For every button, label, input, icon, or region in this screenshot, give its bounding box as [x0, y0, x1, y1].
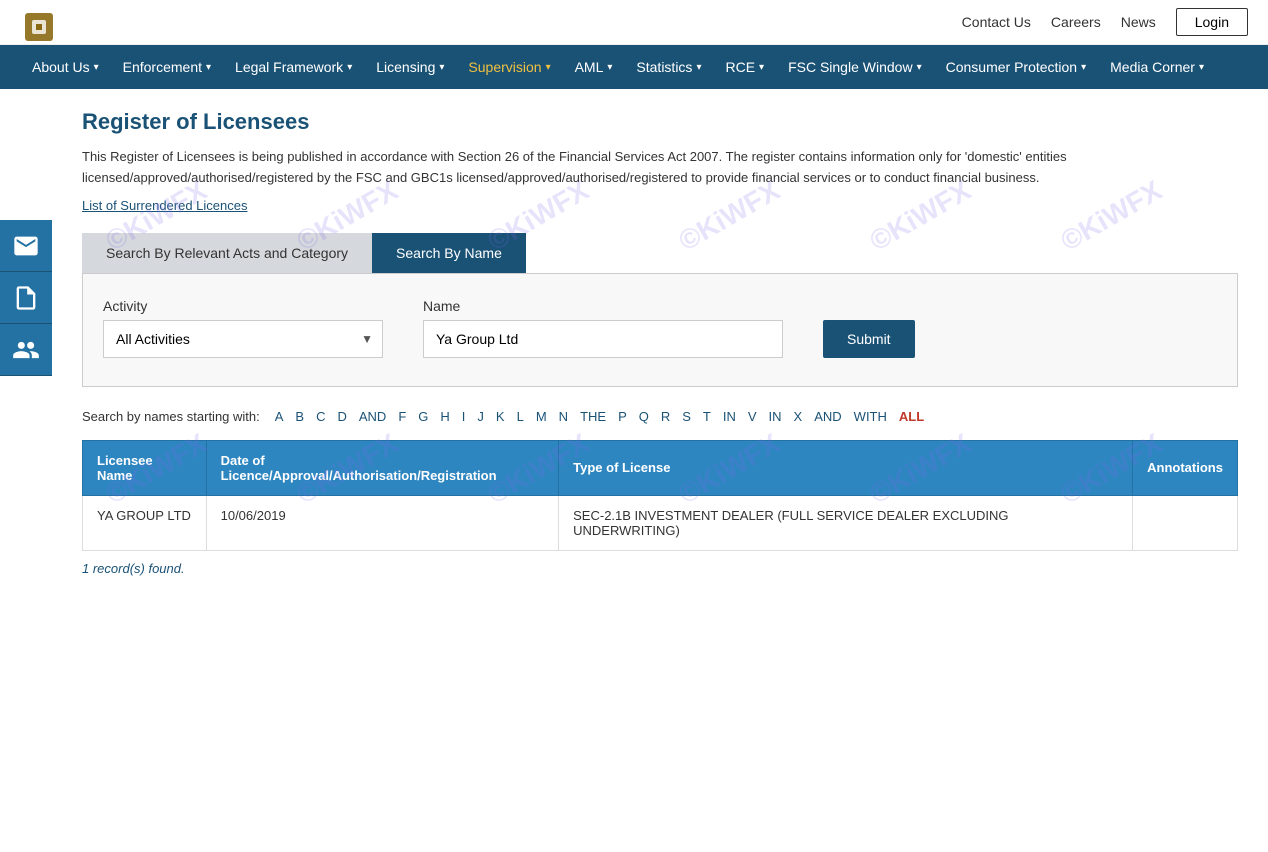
nav-item-legal-framework[interactable]: Legal Framework▾ — [223, 45, 364, 89]
sidebar-document-icon[interactable] — [0, 272, 52, 324]
alpha-letter-c[interactable]: C — [311, 407, 330, 426]
alpha-letter-q[interactable]: Q — [634, 407, 654, 426]
careers-link[interactable]: Careers — [1051, 14, 1101, 30]
nav-item-about-us[interactable]: About Us▾ — [20, 45, 111, 89]
tab-relevant-acts[interactable]: Search By Relevant Acts and Category — [82, 233, 372, 273]
cell-licensee-name: YA GROUP LTD — [83, 495, 207, 550]
alpha-label: Search by names starting with: — [82, 409, 260, 424]
nav-item-fsc-single-window[interactable]: FSC Single Window▾ — [776, 45, 934, 89]
name-group: Name — [423, 298, 783, 358]
nav-item-supervision[interactable]: Supervision▾ — [456, 45, 562, 89]
nav-arrow-icon: ▾ — [546, 62, 551, 73]
nav-item-aml[interactable]: AML▾ — [563, 45, 625, 89]
alpha-letter-and[interactable]: AND — [809, 407, 846, 426]
nav-arrow-icon: ▾ — [607, 62, 612, 73]
nav-arrow-icon: ▾ — [1081, 62, 1086, 73]
alpha-letter-b[interactable]: B — [290, 407, 309, 426]
sidebar-people-icon[interactable] — [0, 324, 52, 376]
nav-arrow-icon: ▾ — [206, 62, 211, 73]
alpha-letter-and[interactable]: AND — [354, 407, 391, 426]
main-nav: About Us▾Enforcement▾Legal Framework▾Lic… — [0, 45, 1268, 89]
alpha-letter-l[interactable]: L — [512, 407, 529, 426]
search-tabs: Search By Relevant Acts and Category Sea… — [82, 233, 1238, 273]
top-bar: MAURITIUS Contact Us Careers News Login — [0, 0, 1268, 45]
alpha-letter-x[interactable]: X — [789, 407, 808, 426]
nav-arrow-icon: ▾ — [439, 62, 444, 73]
page-title: Register of Licensees — [82, 109, 1238, 135]
nav-arrow-icon: ▾ — [759, 62, 764, 73]
col-type-of-license: Type of License — [559, 440, 1133, 495]
table-body: YA GROUP LTD 10/06/2019 SEC-2.1B INVESTM… — [83, 495, 1238, 550]
search-form-box: Activity All ActivitiesBankingInsuranceS… — [82, 273, 1238, 387]
alpha-letter-n[interactable]: N — [554, 407, 573, 426]
people-icon — [12, 336, 40, 364]
nav-arrow-icon: ▾ — [347, 62, 352, 73]
alpha-letter-i[interactable]: I — [457, 407, 471, 426]
col-date: Date of Licence/Approval/Authorisation/R… — [206, 440, 559, 495]
cell-date: 10/06/2019 — [206, 495, 559, 550]
alpha-letter-m[interactable]: M — [531, 407, 552, 426]
nav-item-enforcement[interactable]: Enforcement▾ — [111, 45, 223, 89]
sidebar-icons — [0, 220, 52, 376]
nav-arrow-icon: ▾ — [917, 62, 922, 73]
email-icon — [12, 232, 40, 260]
alpha-letter-j[interactable]: J — [472, 407, 489, 426]
col-annotations: Annotations — [1133, 440, 1238, 495]
page-content: Register of Licensees This Register of L… — [52, 89, 1268, 596]
nav-arrow-icon: ▾ — [1199, 62, 1204, 73]
news-link[interactable]: News — [1121, 14, 1156, 30]
nav-arrow-icon: ▾ — [696, 62, 701, 73]
nav-arrow-icon: ▾ — [94, 62, 99, 73]
nav-item-consumer-protection[interactable]: Consumer Protection▾ — [934, 45, 1099, 89]
alpha-letter-the[interactable]: THE — [575, 407, 611, 426]
surrendered-licences-link[interactable]: List of Surrendered Licences — [82, 198, 247, 213]
col-licensee-name: Licensee Name — [83, 440, 207, 495]
contact-us-link[interactable]: Contact Us — [962, 14, 1031, 30]
activity-group: Activity All ActivitiesBankingInsuranceS… — [103, 298, 383, 358]
name-input[interactable] — [423, 320, 783, 358]
nav-item-licensing[interactable]: Licensing▾ — [364, 45, 456, 89]
nav-item-media-corner[interactable]: Media Corner▾ — [1098, 45, 1216, 89]
alpha-letter-h[interactable]: H — [435, 407, 454, 426]
nav-item-rce[interactable]: RCE▾ — [713, 45, 776, 89]
name-label: Name — [423, 298, 783, 314]
alpha-letter-with[interactable]: WITH — [849, 407, 892, 426]
activity-select-wrapper: All ActivitiesBankingInsuranceSecurities… — [103, 320, 383, 358]
submit-button[interactable]: Submit — [823, 320, 915, 358]
table-header: Licensee Name Date of Licence/Approval/A… — [83, 440, 1238, 495]
sidebar-email-icon[interactable] — [0, 220, 52, 272]
alpha-letter-g[interactable]: G — [413, 407, 433, 426]
activity-select[interactable]: All ActivitiesBankingInsuranceSecurities… — [103, 320, 383, 358]
alpha-letter-in[interactable]: IN — [764, 407, 787, 426]
document-icon — [12, 284, 40, 312]
table-row: YA GROUP LTD 10/06/2019 SEC-2.1B INVESTM… — [83, 495, 1238, 550]
page-body: Register of Licensees This Register of L… — [0, 89, 1268, 596]
info-text: This Register of Licensees is being publ… — [82, 147, 1238, 189]
alpha-letter-all[interactable]: ALL — [894, 407, 929, 426]
results-table: Licensee Name Date of Licence/Approval/A… — [82, 440, 1238, 551]
alpha-letter-s[interactable]: S — [677, 407, 696, 426]
cell-annotations — [1133, 495, 1238, 550]
alpha-letter-d[interactable]: D — [332, 407, 351, 426]
activity-label: Activity — [103, 298, 383, 314]
login-button[interactable]: Login — [1176, 8, 1248, 36]
alpha-letter-in[interactable]: IN — [718, 407, 741, 426]
alpha-letter-r[interactable]: R — [656, 407, 675, 426]
table-header-row: Licensee Name Date of Licence/Approval/A… — [83, 440, 1238, 495]
tab-search-by-name[interactable]: Search By Name — [372, 233, 526, 273]
alpha-letter-t[interactable]: T — [698, 407, 716, 426]
alpha-letter-f[interactable]: F — [393, 407, 411, 426]
alpha-letter-k[interactable]: K — [491, 407, 510, 426]
alpha-letter-v[interactable]: V — [743, 407, 762, 426]
top-bar-links: Contact Us Careers News Login — [962, 8, 1248, 36]
submit-group: Submit — [823, 298, 915, 358]
cell-type-of-license: SEC-2.1B INVESTMENT DEALER (FULL SERVICE… — [559, 495, 1133, 550]
records-found: 1 record(s) found. — [82, 561, 1238, 576]
alpha-search: Search by names starting with: ABCDANDFG… — [82, 407, 1238, 426]
form-row: Activity All ActivitiesBankingInsuranceS… — [103, 298, 1217, 358]
alpha-letter-p[interactable]: P — [613, 407, 632, 426]
nav-item-statistics[interactable]: Statistics▾ — [624, 45, 713, 89]
alpha-letter-a[interactable]: A — [270, 407, 289, 426]
